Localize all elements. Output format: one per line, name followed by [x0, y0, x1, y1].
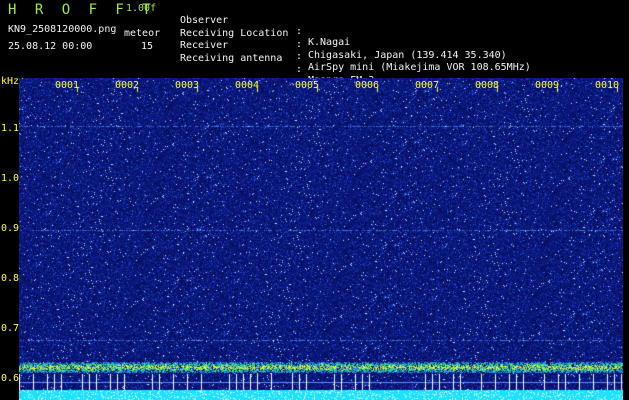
info-colon: :	[296, 51, 303, 62]
info-value: K.Nagai	[308, 37, 351, 48]
datetime-label: 25.08.12 00:00	[8, 41, 93, 52]
info-row-observer: Observer : K.Nagai	[180, 4, 350, 48]
info-value: Chigasaki, Japan (139.414 35.340)	[308, 49, 507, 61]
info-row-location: Receiving Location : Chigasaki, Japan (1…	[180, 17, 507, 61]
info-label: Receiving antenna	[180, 52, 283, 64]
x-tick-label: 0005	[295, 80, 320, 91]
x-tick-label: 0006	[355, 80, 380, 91]
station-info: Observer : K.Nagai Receiving Location : …	[180, 4, 531, 86]
spectrogram-canvas	[19, 78, 623, 400]
y-tick-label: 1.0	[1, 173, 20, 184]
y-tick-label: 0.9	[1, 223, 20, 234]
info-row-antenna: Receiving antenna : Maspro FM-3	[180, 42, 374, 86]
y-tick-label: 0.8	[1, 273, 20, 284]
info-colon: :	[296, 63, 303, 75]
y-tick-label: 0.7	[1, 323, 20, 334]
spectrogram-plot[interactable]	[19, 78, 623, 400]
x-tick-label: 0004	[235, 80, 260, 91]
x-tick-label: 0009	[535, 80, 560, 91]
info-colon: :	[296, 26, 303, 37]
meteor-label: meteor	[124, 28, 161, 39]
info-value: AirSpy mini (Miakejima VOR 108.65MHz)	[308, 62, 531, 73]
header-panel: H R O F F T 1.00f KN9_2508120000.png met…	[0, 0, 629, 86]
x-tick-label: 0008	[475, 80, 500, 91]
info-row-receiver: Receiver : AirSpy mini (Miakejima VOR 10…	[180, 29, 531, 73]
info-colon: :	[296, 38, 303, 50]
x-tick-label: 0010	[595, 80, 620, 91]
x-tick-label: 0002	[115, 80, 140, 91]
meteor-count: 15	[141, 41, 154, 52]
y-tick-label: 0.6	[1, 373, 20, 384]
version-label: 1.00f	[126, 3, 157, 14]
filename-label: KN9_2508120000.png	[8, 24, 117, 35]
unit-label: kHz	[1, 76, 20, 87]
y-tick-label: 1.1	[1, 123, 20, 134]
x-tick-label: 0007	[415, 80, 440, 91]
x-tick-label: 0003	[175, 80, 200, 91]
x-tick-label: 0001	[55, 80, 80, 91]
